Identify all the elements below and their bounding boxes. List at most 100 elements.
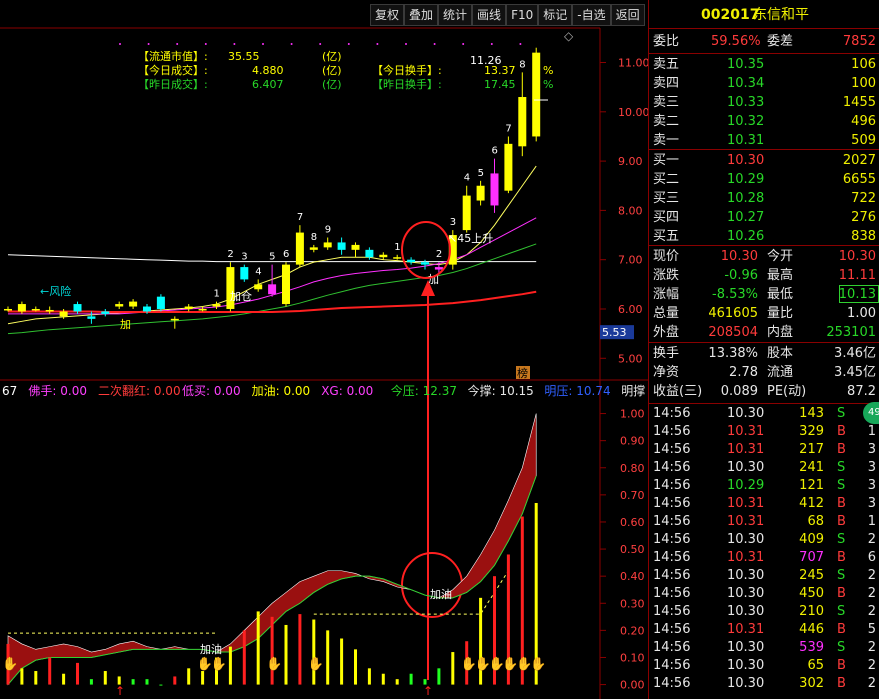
candle-body: [490, 173, 499, 206]
weicha-value: 7852: [842, 34, 876, 49]
toolbar-button-5[interactable]: 标记: [538, 4, 573, 26]
bid-label: 买二: [653, 172, 680, 187]
ask-label: 卖一: [653, 133, 680, 148]
top-dot: [376, 43, 379, 45]
ask-volume: 100: [851, 76, 876, 91]
stat-label: 内盘: [767, 325, 794, 340]
indicator-bar: [409, 673, 413, 685]
toolbar-button-3[interactable]: 画线: [472, 4, 507, 26]
ask-row: 卖二 10.32 496: [649, 112, 879, 131]
low-highlight: [839, 285, 879, 303]
candle-body: [240, 267, 249, 280]
trade-row: 14:56 10.30 539 S 2: [649, 638, 879, 657]
candle-body: [170, 318, 179, 321]
y-tick-label: 0.70: [620, 489, 645, 502]
candle-body: [504, 143, 513, 191]
candle-body: [212, 304, 221, 307]
top-dot: [347, 43, 350, 45]
top-dot: [290, 43, 293, 45]
indicator-bar: [340, 638, 344, 685]
candle-body: [476, 185, 485, 201]
candle-body: [156, 296, 165, 309]
trade-side: S: [837, 460, 846, 475]
trade-volume: 707: [799, 550, 824, 565]
trade-time: 14:56: [653, 478, 691, 493]
trade-time: 14:56: [653, 442, 691, 457]
indicator-bar: [145, 679, 149, 685]
ask-volume: 509: [851, 133, 876, 148]
trade-price: 10.30: [727, 568, 765, 583]
stat-value: 461605: [708, 306, 758, 321]
trade-time: 14:56: [653, 406, 691, 421]
bid-price: 10.26: [727, 229, 765, 244]
trade-side: B: [837, 550, 846, 565]
indicator-item-5: XG: 0.00: [321, 384, 373, 398]
hand-icon: ✋: [2, 656, 18, 672]
trade-time: 14:56: [653, 424, 691, 439]
top-dot: [119, 43, 121, 45]
ask-label: 卖二: [653, 114, 680, 129]
float-mv-label: 【流通市值】:: [138, 49, 208, 63]
trade-price: 10.30: [727, 532, 765, 547]
candle-body: [87, 316, 96, 319]
scroll-bubble[interactable]: 49: [863, 402, 879, 424]
y-tick-label: 7.00: [618, 254, 643, 267]
candle-body: [434, 267, 443, 270]
trade-price: 10.30: [727, 640, 765, 655]
indicator-bar: [270, 616, 274, 685]
trade-time: 14:56: [653, 460, 691, 475]
trade-time: 14:56: [653, 514, 691, 529]
trade-price: 10.30: [727, 604, 765, 619]
trade-volume: 450: [799, 586, 824, 601]
add-position-label: 加仓: [230, 289, 252, 303]
trade-volume: 143: [799, 406, 824, 421]
risk-label: ←风险: [40, 284, 71, 298]
top-dot: [433, 43, 436, 45]
ask-price: 10.33: [727, 95, 765, 110]
top-dot: [519, 43, 522, 45]
stat-label: 涨幅: [653, 287, 680, 302]
candle-body: [323, 242, 332, 248]
indicator-item-0: 67: [2, 384, 17, 398]
trade-time: 14:56: [653, 532, 691, 547]
toolbar-button-4[interactable]: F10: [506, 4, 539, 26]
bid-price: 10.29: [727, 172, 765, 187]
top-dot: [405, 43, 407, 45]
indicator-bar: [228, 646, 232, 685]
bang-label: 榜: [517, 366, 528, 380]
indicator-bar: [284, 624, 288, 685]
ask-price: 10.35: [727, 57, 765, 72]
trade-price: 10.31: [727, 550, 765, 565]
stat-label: 涨跌: [653, 268, 680, 283]
stat-value: 10.30: [838, 249, 876, 264]
candle-body: [421, 262, 429, 265]
indicator-bar: [89, 679, 93, 685]
ask-volume: 496: [851, 114, 876, 129]
candle-count: 7: [505, 123, 511, 134]
stat-row: 外盘 208504 内盘 253101: [649, 323, 879, 342]
trade-time: 14:56: [653, 622, 691, 637]
ask-label: 卖四: [653, 76, 680, 91]
bid-price: 10.30: [727, 153, 765, 168]
toolbar-button-7[interactable]: 返回: [610, 4, 645, 26]
trade-side: B: [837, 658, 846, 673]
trade-side: B: [837, 514, 846, 529]
toolbar-button-1[interactable]: 叠加: [404, 4, 439, 26]
diamond-icon: ◇: [564, 29, 574, 43]
chart-area[interactable]: 5.006.007.008.009.0010.0011.000.000.100.…: [0, 0, 648, 699]
stat2-label: 流通: [767, 365, 794, 380]
price-axis-label: 5.53: [602, 326, 627, 339]
trade-row: 14:56 10.29 121 S 3: [649, 476, 879, 495]
toolbar-button-6[interactable]: -自选: [572, 4, 611, 26]
toolbar-button-2[interactable]: 统计: [438, 4, 473, 26]
candle-count: 9: [325, 225, 331, 236]
rise-label: ↖45上升: [448, 232, 493, 245]
stat-value: 10.30: [720, 249, 758, 264]
yest-amt-label: 【昨日成交】:: [138, 77, 208, 91]
bid-volume: 838: [851, 229, 876, 244]
y-tick-label: 5.00: [618, 352, 643, 365]
bid-label: 买三: [653, 191, 680, 206]
stat-label: 量比: [767, 306, 794, 321]
y-tick-label: 0.20: [620, 624, 645, 637]
toolbar-button-0[interactable]: 复权: [370, 4, 405, 26]
